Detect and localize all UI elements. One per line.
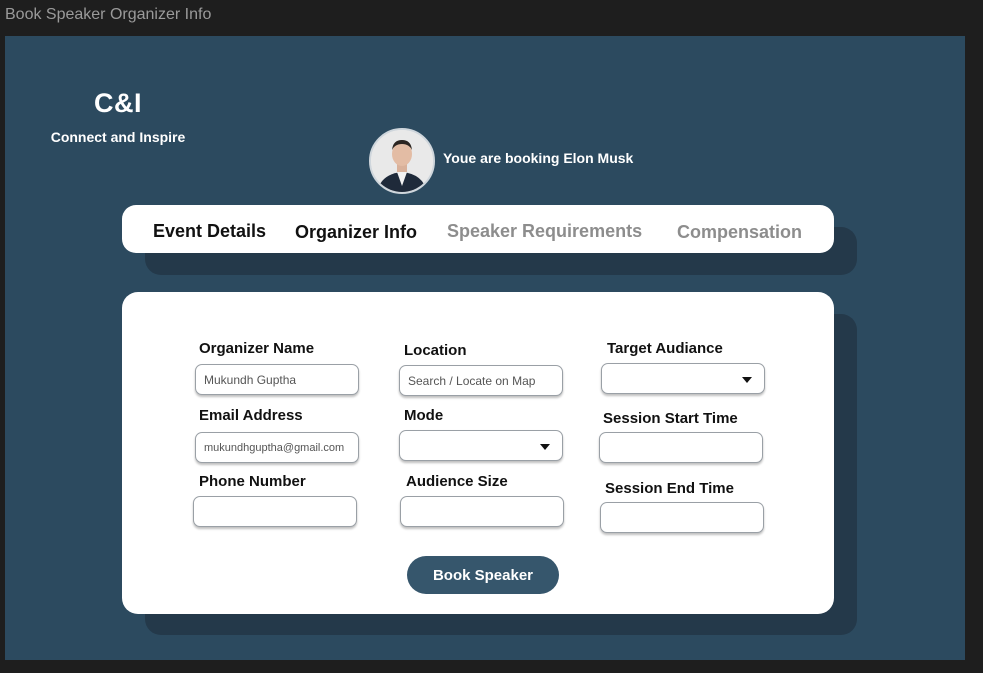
session-end-input[interactable] [600,502,764,533]
location-search-input[interactable] [399,365,563,396]
organizer-name-label: Organizer Name [199,340,315,357]
book-speaker-button[interactable]: Book Speaker [407,556,559,594]
session-end-label: Session End Time [605,480,734,497]
target-audience-label: Target Audiance [607,340,723,357]
organizer-form: Organizer Name Email Address Phone Numbe… [122,292,834,614]
mode-select[interactable] [399,430,563,461]
phone-label: Phone Number [199,473,306,490]
organizer-name-input[interactable] [195,364,359,395]
tab-compensation[interactable]: Compensation [677,222,802,243]
phone-input[interactable] [193,496,357,527]
booking-message: Youe are booking Elon Musk [443,150,634,166]
audience-size-input[interactable] [400,496,564,527]
tab-speaker-requirements[interactable]: Speaker Requirements [447,221,642,242]
chevron-down-icon [742,377,752,383]
brand-logo: C&I [94,88,142,118]
app-canvas: C&I Connect and Inspire Youe are booking… [5,36,965,660]
audience-size-label: Audience Size [406,473,508,490]
tab-event-details[interactable]: Event Details [153,221,266,242]
location-label: Location [404,342,467,359]
step-tabs: Event Details Organizer Info Speaker Req… [122,205,834,253]
brand-tagline: Connect and Inspire [50,129,186,145]
speaker-avatar [369,128,435,194]
email-label: Email Address [199,407,303,424]
email-input[interactable] [195,432,359,463]
mode-label: Mode [404,407,444,424]
brand: C&I Connect and Inspire [43,88,193,145]
session-start-input[interactable] [599,432,763,463]
chevron-down-icon [540,444,550,450]
target-audience-select[interactable] [601,363,765,394]
tab-organizer-info[interactable]: Organizer Info [295,222,417,243]
window-title: Book Speaker Organizer Info [5,6,212,23]
session-start-label: Session Start Time [603,410,738,427]
